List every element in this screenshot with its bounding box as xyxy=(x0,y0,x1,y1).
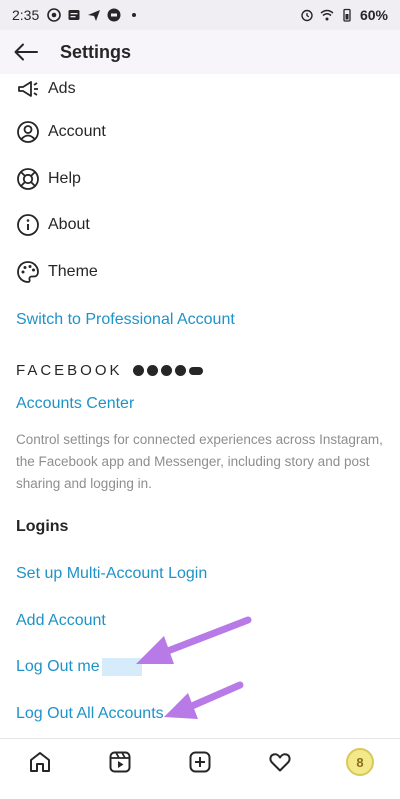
notification-icons xyxy=(47,8,141,22)
status-right: 60% xyxy=(300,7,388,23)
facebook-icon xyxy=(132,365,144,376)
menu-item-help[interactable]: Help xyxy=(16,164,81,194)
logins-heading: Logins xyxy=(16,518,69,535)
bottom-nav: 8 xyxy=(0,738,400,785)
annotation-arrow-icon xyxy=(164,681,244,719)
multi-account-login-link[interactable]: Set up Multi-Account Login xyxy=(16,565,207,583)
facebook-label: FACEBOOK xyxy=(16,362,123,379)
page-title: Settings xyxy=(60,41,132,62)
whatsapp-app-icon xyxy=(174,365,186,376)
system-nav-bar xyxy=(0,785,400,799)
palette-icon xyxy=(16,260,40,284)
app-badge-icon xyxy=(107,8,121,22)
add-account-link[interactable]: Add Account xyxy=(16,612,106,630)
avatar: 8 xyxy=(346,748,374,776)
messenger-icon xyxy=(146,365,158,376)
account-icon xyxy=(16,120,40,144)
alarm-icon xyxy=(301,9,313,22)
log-out-user-link[interactable]: Log Out me xyxy=(16,658,142,676)
telegram-icon xyxy=(88,10,101,21)
dot-icon xyxy=(132,13,137,17)
settings-header: Settings xyxy=(0,30,400,74)
log-out-user-label: Log Out me xyxy=(16,658,100,676)
menu-item-ads[interactable]: Ads xyxy=(16,74,76,104)
settings-list[interactable]: Ads Account Help About Theme Switch to P… xyxy=(0,74,400,738)
instagram-icon xyxy=(160,365,172,376)
battery-icon xyxy=(343,8,351,22)
menu-item-label: About xyxy=(48,216,90,233)
megaphone-icon xyxy=(16,77,40,101)
reels-icon xyxy=(109,751,131,773)
log-out-all-link[interactable]: Log Out All Accounts xyxy=(16,705,164,723)
battery-percent: 60% xyxy=(359,7,388,23)
facebook-section-heading: FACEBOOK xyxy=(16,362,203,379)
switch-professional-link[interactable]: Switch to Professional Account xyxy=(16,311,235,329)
plus-square-icon xyxy=(189,751,211,773)
avatar-label: 8 xyxy=(356,754,364,770)
nav-activity-button[interactable] xyxy=(260,742,300,782)
accounts-center-description: Control settings for connected experienc… xyxy=(16,432,383,491)
nav-create-button[interactable] xyxy=(180,742,220,782)
menu-item-label: Account xyxy=(48,123,106,140)
message-icon xyxy=(68,10,80,20)
accounts-center-link[interactable]: Accounts Center xyxy=(16,395,134,413)
status-time: 2:35 xyxy=(12,7,40,23)
info-icon xyxy=(16,213,40,237)
portal-icon xyxy=(188,366,203,375)
home-icon xyxy=(30,752,50,772)
back-arrow-icon xyxy=(14,43,38,61)
nav-reels-button[interactable] xyxy=(100,742,140,782)
menu-item-account[interactable]: Account xyxy=(16,117,106,147)
menu-item-theme[interactable]: Theme xyxy=(16,257,98,287)
nav-home-button[interactable] xyxy=(20,742,60,782)
heart-icon xyxy=(269,753,291,772)
wifi-icon xyxy=(320,9,334,21)
lifebuoy-icon xyxy=(16,167,40,191)
nav-profile-button[interactable]: 8 xyxy=(340,742,380,782)
menu-item-label: Help xyxy=(48,170,81,187)
facebook-apps-icons xyxy=(132,365,203,376)
menu-item-label: Theme xyxy=(48,263,98,280)
menu-item-about[interactable]: About xyxy=(16,210,90,240)
whatsapp-icon xyxy=(47,8,62,22)
back-button[interactable] xyxy=(12,38,40,66)
menu-item-label: Ads xyxy=(48,80,76,97)
annotation-arrow-icon xyxy=(136,616,252,664)
status-bar: 2:35 60% xyxy=(0,0,400,30)
